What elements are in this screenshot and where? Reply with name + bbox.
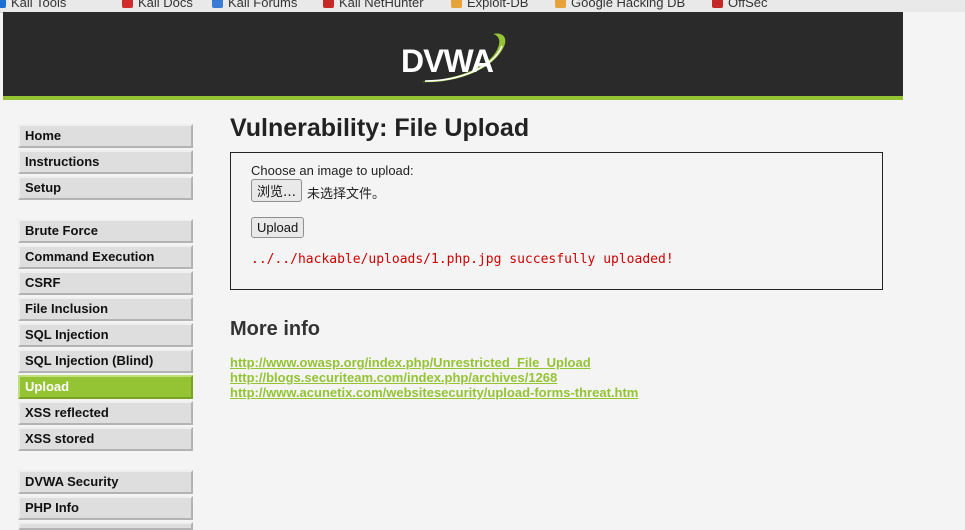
sidebar-item-setup[interactable]: Setup: [18, 176, 193, 200]
kali-tools-icon: [0, 0, 6, 8]
sidebar-item-command-execution[interactable]: Command Execution: [18, 245, 193, 269]
sidebar-item-sql-injection-blind[interactable]: SQL Injection (Blind): [18, 349, 193, 373]
bookmark-kali-nethunter[interactable]: Kali NetHunter: [323, 0, 424, 10]
sidebar-item-sql-injection[interactable]: SQL Injection: [18, 323, 193, 347]
securiteam-link[interactable]: http://blogs.securiteam.com/index.php/ar…: [230, 370, 557, 385]
upload-result-message: ../../hackable/uploads/1.php.jpg succesf…: [251, 252, 674, 267]
sidebar-item-partial[interactable]: [18, 522, 193, 530]
sidebar-item-home[interactable]: Home: [18, 124, 193, 148]
sidebar-item-upload[interactable]: Upload: [18, 375, 193, 399]
page-title: Vulnerability: File Upload: [230, 114, 530, 142]
upload-form-box: Choose an image to upload: 浏览… 未选择文件。 Up…: [230, 152, 883, 290]
more-info-heading: More info: [230, 318, 320, 340]
owasp-link[interactable]: http://www.owasp.org/index.php/Unrestric…: [230, 355, 591, 370]
bookmark-kali-tools[interactable]: Kali Tools: [0, 0, 66, 10]
kali-nethunter-icon: [323, 0, 334, 8]
header-accent-stripe: [3, 96, 903, 100]
choose-image-label: Choose an image to upload:: [251, 163, 414, 178]
bookmark-google-hacking-db[interactable]: Google Hacking DB: [555, 0, 685, 10]
bookmark-kali-docs[interactable]: Kali Docs: [122, 0, 193, 10]
sidebar-item-instructions[interactable]: Instructions: [18, 150, 193, 174]
kali-forums-icon: [212, 0, 223, 8]
page-container: DVWA Home Instructions Setup Brute Force…: [3, 12, 903, 530]
bookmark-offsec[interactable]: OffSec: [712, 0, 768, 10]
header: DVWA: [3, 12, 903, 96]
page-right-gutter: [903, 12, 965, 527]
bookmark-exploit-db[interactable]: Exploit-DB: [451, 0, 528, 10]
no-file-selected-text: 未选择文件。: [307, 187, 386, 202]
browse-button[interactable]: 浏览…: [251, 179, 303, 202]
dvwa-logo[interactable]: DVWA: [401, 24, 511, 86]
kali-docs-icon: [122, 0, 133, 8]
offsec-icon: [712, 0, 723, 8]
sidebar-item-file-inclusion[interactable]: File Inclusion: [18, 297, 193, 321]
bookmark-kali-forums[interactable]: Kali Forums: [212, 0, 297, 10]
google-hacking-db-icon: [555, 0, 566, 8]
sidebar-item-php-info[interactable]: PHP Info: [18, 496, 193, 520]
sidebar-item-csrf[interactable]: CSRF: [18, 271, 193, 295]
exploit-db-icon: [451, 0, 462, 8]
sidebar-item-brute-force[interactable]: Brute Force: [18, 219, 193, 243]
sidebar-item-xss-stored[interactable]: XSS stored: [18, 427, 193, 451]
upload-button[interactable]: Upload: [251, 217, 305, 238]
acunetix-link[interactable]: http://www.acunetix.com/websitesecurity/…: [230, 385, 638, 400]
sidebar-item-dvwa-security[interactable]: DVWA Security: [18, 470, 193, 494]
logo-text: DVWA: [401, 43, 494, 79]
sidebar-item-xss-reflected[interactable]: XSS reflected: [18, 401, 193, 425]
